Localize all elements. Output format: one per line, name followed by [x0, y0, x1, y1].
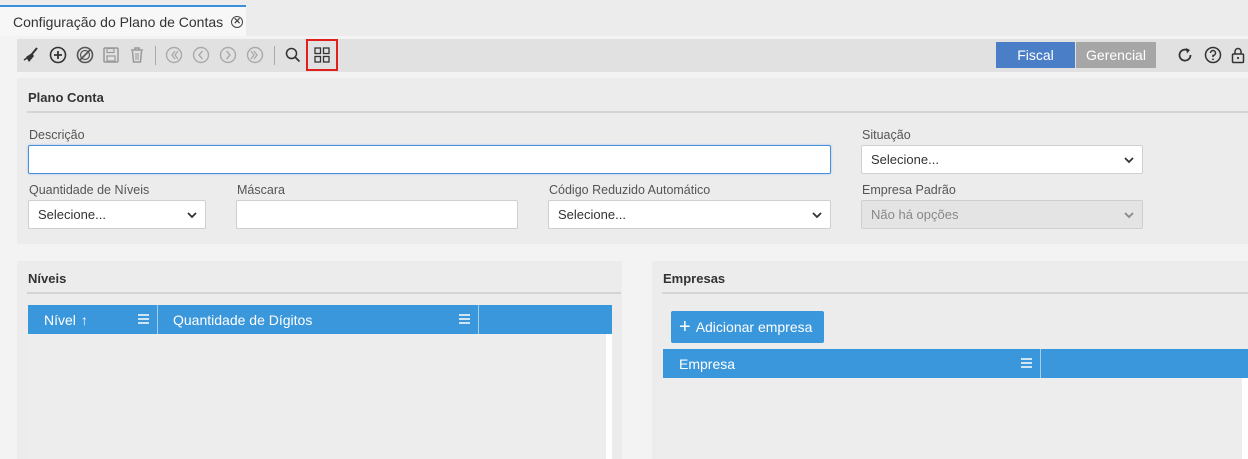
cancel-icon[interactable]: [75, 45, 95, 65]
scrollbar[interactable]: [606, 334, 612, 459]
plus-icon: +: [679, 316, 691, 338]
tab-strip: Configuração do Plano de Contas ✕: [0, 0, 1248, 36]
empresa-padrao-select[interactable]: Não há opções: [861, 200, 1143, 229]
plano-conta-panel: Plano Conta Descrição Situação Selecione…: [17, 78, 1248, 244]
empresa-padrao-label: Empresa Padrão: [862, 183, 956, 197]
first-icon[interactable]: [164, 45, 184, 65]
column-menu-icon[interactable]: [138, 314, 149, 324]
empresas-grid-body: [663, 378, 1242, 459]
chevron-down-icon: [1124, 157, 1134, 164]
empresas-grid-header: Empresa: [663, 349, 1248, 378]
search-icon[interactable]: [283, 45, 303, 65]
qtd-niveis-value: Selecione...: [38, 207, 106, 222]
toolbar-separator: [155, 46, 156, 65]
column-label: Quantidade de Dígitos: [173, 311, 313, 328]
mascara-input[interactable]: [236, 200, 518, 229]
column-menu-icon[interactable]: [459, 314, 470, 324]
panel-title: Níveis: [28, 271, 67, 286]
niveis-grid-header: Nível ↑ Quantidade de Dígitos: [28, 305, 612, 334]
tab-plano-de-contas[interactable]: Configuração do Plano de Contas ✕: [0, 5, 246, 36]
niveis-grid-body: [28, 334, 606, 459]
lock-icon[interactable]: [1228, 45, 1248, 65]
qtd-niveis-label: Quantidade de Níveis: [29, 183, 150, 197]
gerencial-label: Gerencial: [1086, 47, 1146, 63]
broom-icon[interactable]: [22, 45, 42, 65]
panel-title: Plano Conta: [28, 90, 104, 105]
chevron-down-icon: [1124, 212, 1134, 219]
refresh-icon[interactable]: [1175, 45, 1195, 65]
add-icon[interactable]: [48, 45, 68, 65]
divider: [27, 111, 1248, 113]
fiscal-toggle[interactable]: Fiscal: [996, 42, 1075, 68]
tab-title: Configuração do Plano de Contas: [13, 13, 224, 30]
add-empresa-label: Adicionar empresa: [695, 319, 813, 335]
toolbar-separator: [274, 46, 275, 65]
close-icon[interactable]: ✕: [231, 15, 244, 28]
chevron-down-icon: [187, 212, 197, 219]
delete-icon[interactable]: [127, 45, 147, 65]
divider: [662, 292, 1248, 294]
previous-icon[interactable]: [191, 45, 211, 65]
empresa-padrao-value: Não há opções: [871, 207, 959, 222]
situacao-select[interactable]: Selecione...: [861, 145, 1143, 174]
toolbar: Fiscal Gerencial: [17, 39, 1248, 72]
codigo-reduzido-value: Selecione...: [558, 207, 626, 222]
fiscal-label: Fiscal: [1017, 47, 1054, 63]
panel-title: Empresas: [663, 271, 726, 286]
column-empresa[interactable]: Empresa: [663, 349, 1041, 378]
descricao-label: Descrição: [29, 128, 85, 142]
add-empresa-button[interactable]: + Adicionar empresa: [671, 311, 824, 343]
chevron-down-icon: [812, 212, 822, 219]
column-menu-icon[interactable]: [1021, 358, 1032, 368]
scrollbar[interactable]: [1242, 378, 1248, 459]
situacao-value: Selecione...: [871, 152, 939, 167]
column-label: Nível: [44, 311, 76, 328]
mascara-label: Máscara: [237, 183, 285, 197]
grid-view-icon[interactable]: [312, 45, 332, 65]
qtd-niveis-select[interactable]: Selecione...: [28, 200, 206, 229]
descricao-input[interactable]: [28, 145, 831, 174]
column-quantidade-digitos[interactable]: Quantidade de Dígitos: [158, 305, 479, 334]
column-label: Empresa: [679, 355, 736, 372]
sort-asc-icon: ↑: [80, 311, 88, 328]
codigo-reduzido-select[interactable]: Selecione...: [548, 200, 831, 229]
column-nivel[interactable]: Nível ↑: [28, 305, 158, 334]
situacao-label: Situação: [862, 128, 911, 142]
last-icon[interactable]: [245, 45, 265, 65]
divider: [27, 292, 621, 294]
help-icon[interactable]: [1203, 45, 1223, 65]
save-icon[interactable]: [101, 45, 121, 65]
next-icon[interactable]: [218, 45, 238, 65]
gerencial-toggle[interactable]: Gerencial: [1076, 42, 1156, 68]
codigo-reduzido-label: Código Reduzido Automático: [549, 183, 711, 197]
